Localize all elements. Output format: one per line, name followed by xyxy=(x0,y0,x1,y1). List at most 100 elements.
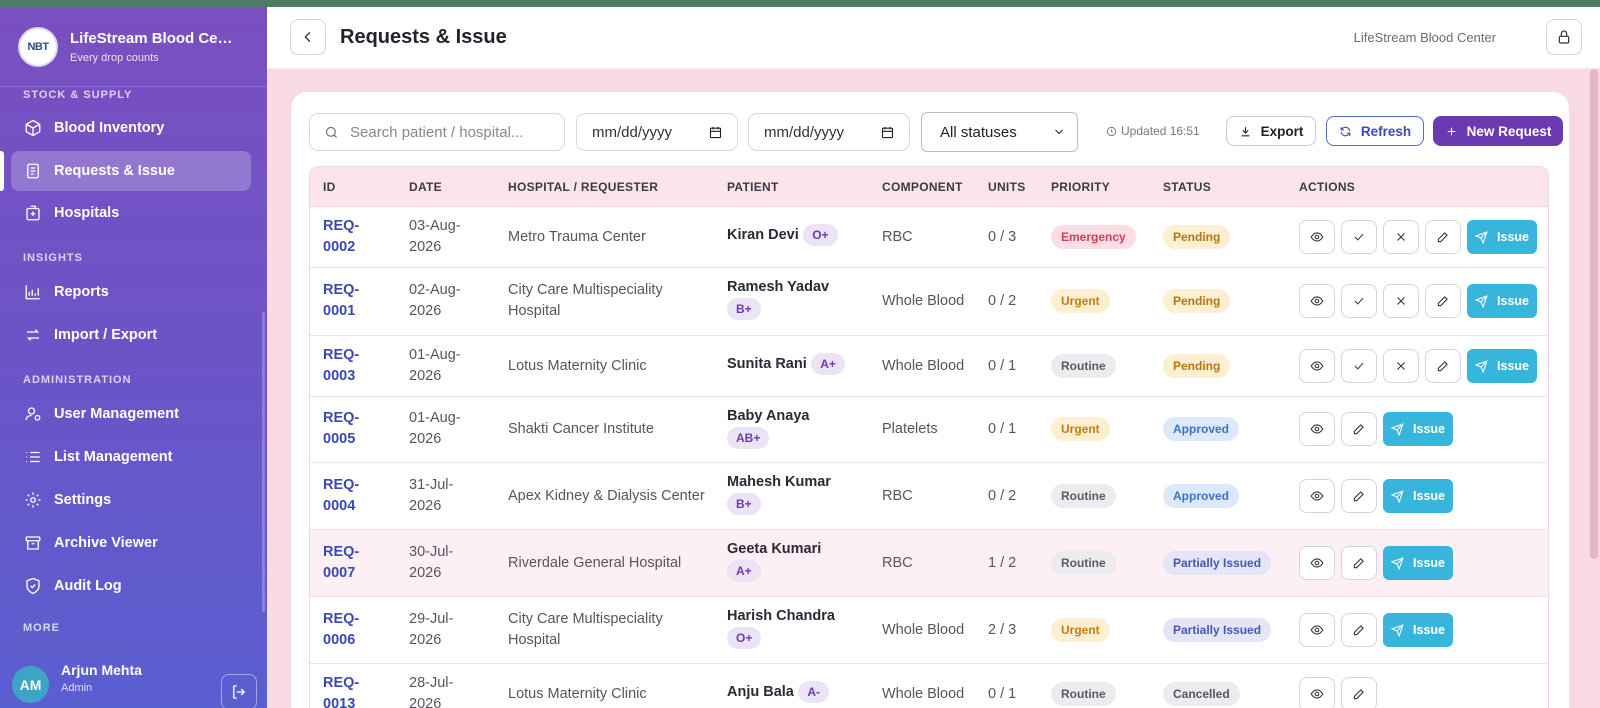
refresh-button[interactable]: Refresh xyxy=(1326,116,1424,146)
patient-name: Geeta Kumari xyxy=(727,541,822,557)
request-id[interactable]: REQ- 0013 xyxy=(323,673,383,708)
patient-name: Harish Chandra xyxy=(727,608,835,624)
sidebar-item-audit-log[interactable]: Audit Log xyxy=(11,566,251,606)
table-row[interactable]: REQ- 0006 29-Jul- 2026 City Care Multispec… xyxy=(310,597,1548,664)
column-header-patient[interactable]: PATIENT xyxy=(727,180,779,194)
approve-button[interactable] xyxy=(1341,284,1377,318)
request-id[interactable]: REQ- 0006 xyxy=(323,609,383,651)
sidebar-item-user-management[interactable]: User Management xyxy=(11,394,251,434)
export-button[interactable]: Export xyxy=(1226,116,1316,146)
calendar-icon[interactable] xyxy=(708,125,723,140)
request-id[interactable]: REQ- 0007 xyxy=(323,542,383,584)
issue-button[interactable]: Issue xyxy=(1467,284,1537,318)
edit-button[interactable] xyxy=(1341,412,1377,446)
reject-button[interactable] xyxy=(1383,284,1419,318)
edit-button[interactable] xyxy=(1341,613,1377,647)
view-button[interactable] xyxy=(1299,220,1335,254)
request-id[interactable]: REQ- 0003 xyxy=(323,345,383,387)
search-box[interactable] xyxy=(309,113,565,151)
sidebar-item-blood-inventory[interactable]: Blood Inventory xyxy=(11,108,251,148)
sidebar-item-list-management[interactable]: List Management xyxy=(11,437,251,477)
lock-button[interactable] xyxy=(1546,19,1582,55)
column-header-status[interactable]: STATUS xyxy=(1163,180,1211,194)
view-button[interactable] xyxy=(1299,479,1335,513)
sidebar-scrollbar[interactable] xyxy=(262,312,265,612)
edit-button[interactable] xyxy=(1341,677,1377,708)
page-scrollbar[interactable] xyxy=(1590,69,1598,559)
issue-button[interactable]: Issue xyxy=(1383,479,1453,513)
sidebar-item-reports[interactable]: Reports xyxy=(11,272,251,312)
approve-button[interactable] xyxy=(1341,349,1377,383)
approve-button[interactable] xyxy=(1341,220,1377,254)
table-row[interactable]: REQ- 0003 01-Aug- 2026 Lotus Maternity Cli… xyxy=(310,336,1548,397)
request-id[interactable]: REQ- 0001 xyxy=(323,280,383,322)
sidebar-item-requests-issue[interactable]: Requests & Issue xyxy=(11,151,251,191)
chevron-down-icon xyxy=(1055,129,1063,135)
date-to-field[interactable]: mm/dd/yyyy xyxy=(748,113,910,151)
archive-icon xyxy=(24,534,42,552)
issue-label: Issue xyxy=(1413,556,1445,570)
refresh-label: Refresh xyxy=(1360,123,1412,139)
check-icon xyxy=(1354,233,1364,241)
edit-button[interactable] xyxy=(1425,284,1461,318)
check-icon xyxy=(1354,362,1364,370)
date-day-month: 31-Jul- xyxy=(409,477,454,493)
edit-button[interactable] xyxy=(1425,220,1461,254)
request-id[interactable]: REQ- 0004 xyxy=(323,475,383,517)
date-from-field[interactable]: mm/dd/yyyy xyxy=(576,113,738,151)
column-header-units[interactable]: UNITS xyxy=(988,180,1026,194)
request-id-prefix: REQ- xyxy=(323,477,360,493)
column-header-hospital[interactable]: HOSPITAL / REQUESTER xyxy=(508,180,658,194)
view-button[interactable] xyxy=(1299,546,1335,580)
table-row[interactable]: REQ- 0002 03-Aug- 2026 Metro Trauma Center… xyxy=(310,207,1548,268)
sidebar-item-archive-viewer[interactable]: Archive Viewer xyxy=(11,523,251,563)
table-row[interactable]: REQ- 0007 30-Jul- 2026 Riverdale General H… xyxy=(310,530,1548,597)
priority-badge: Emergency xyxy=(1051,225,1136,249)
request-id[interactable]: REQ- 0002 xyxy=(323,216,383,258)
search-input[interactable] xyxy=(350,123,560,141)
sidebar-item-settings[interactable]: Settings xyxy=(11,480,251,520)
status-filter-select[interactable]: All statuses xyxy=(921,112,1078,152)
logout-button[interactable] xyxy=(221,674,257,708)
view-button[interactable] xyxy=(1299,613,1335,647)
view-button[interactable] xyxy=(1299,349,1335,383)
reject-button[interactable] xyxy=(1383,349,1419,383)
column-header-date[interactable]: DATE xyxy=(409,180,442,194)
edit-button[interactable] xyxy=(1425,349,1461,383)
back-button[interactable] xyxy=(290,19,326,55)
patient-cell: Mahesh Kumar B+ xyxy=(727,472,877,515)
blood-group-badge: A- xyxy=(798,681,829,703)
issue-button[interactable]: Issue xyxy=(1467,349,1537,383)
issue-button[interactable]: Issue xyxy=(1383,613,1453,647)
column-header-priority[interactable]: PRIORITY xyxy=(1051,180,1110,194)
reject-button[interactable] xyxy=(1383,220,1419,254)
view-button[interactable] xyxy=(1299,677,1335,708)
patient-name: Sunita Rani xyxy=(727,356,807,372)
date-year: 2026 xyxy=(409,696,442,708)
view-button[interactable] xyxy=(1299,412,1335,446)
column-header-id[interactable]: ID xyxy=(323,180,336,194)
edit-button[interactable] xyxy=(1341,479,1377,513)
request-id[interactable]: REQ- 0005 xyxy=(323,408,383,450)
table-row[interactable]: REQ- 0001 02-Aug- 2026 City Care Multispec… xyxy=(310,268,1548,336)
priority-badge: Routine xyxy=(1051,551,1116,575)
edit-button[interactable] xyxy=(1341,546,1377,580)
table-row[interactable]: REQ- 0013 28-Jul- 2026 Lotus Maternity Cli… xyxy=(310,664,1548,708)
component: Platelets xyxy=(882,421,938,437)
calendar-icon[interactable] xyxy=(880,125,895,140)
column-header-component[interactable]: COMPONENT xyxy=(882,180,963,194)
issue-button[interactable]: Issue xyxy=(1383,546,1453,580)
new-request-button[interactable]: New Request xyxy=(1433,116,1563,146)
swap-icon xyxy=(24,326,42,344)
column-header-actions: ACTIONS xyxy=(1299,180,1356,194)
table-row[interactable]: REQ- 0004 31-Jul- 2026 Apex Kidney & Dialy… xyxy=(310,463,1548,530)
sidebar-item-import-export[interactable]: Import / Export xyxy=(11,315,251,355)
table-row[interactable]: REQ- 0005 01-Aug- 2026 Shakti Cancer Insti… xyxy=(310,397,1548,463)
view-button[interactable] xyxy=(1299,284,1335,318)
date-year: 2026 xyxy=(409,431,442,447)
issue-button[interactable]: Issue xyxy=(1467,220,1537,254)
issue-button[interactable]: Issue xyxy=(1383,412,1453,446)
sidebar-item-hospitals[interactable]: Hospitals xyxy=(11,193,251,233)
eye-icon xyxy=(1310,424,1324,434)
sidebar-item-label: Blood Inventory xyxy=(54,120,165,136)
